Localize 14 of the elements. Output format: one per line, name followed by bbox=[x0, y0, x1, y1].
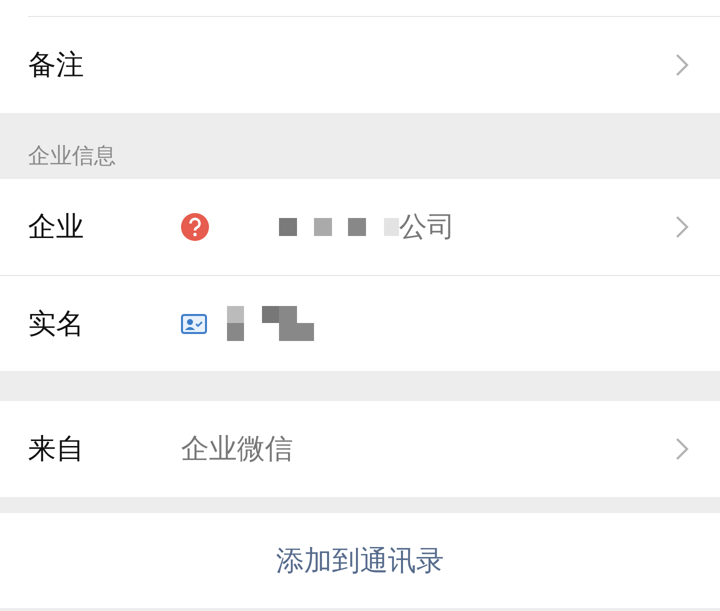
row-label: 实名 bbox=[28, 306, 85, 342]
add-contact-button[interactable]: 添加到通讯录 bbox=[0, 513, 720, 608]
id-card-icon bbox=[181, 314, 209, 334]
company-name: 公司 bbox=[399, 209, 455, 245]
list-row[interactable]: 备注 bbox=[0, 17, 720, 113]
section-header: 企业信息 bbox=[28, 143, 116, 171]
row-value: 企业微信 bbox=[181, 431, 293, 467]
row-label: 企业 bbox=[28, 209, 85, 245]
row-label: 来自 bbox=[28, 431, 85, 467]
question-icon bbox=[181, 213, 209, 241]
list-row[interactable]: 来自 企业微信 bbox=[0, 401, 720, 497]
list-row[interactable]: 企业 公司 bbox=[0, 179, 720, 275]
list-row[interactable]: 实名 bbox=[0, 275, 720, 371]
row-label: 备注 bbox=[28, 47, 85, 83]
